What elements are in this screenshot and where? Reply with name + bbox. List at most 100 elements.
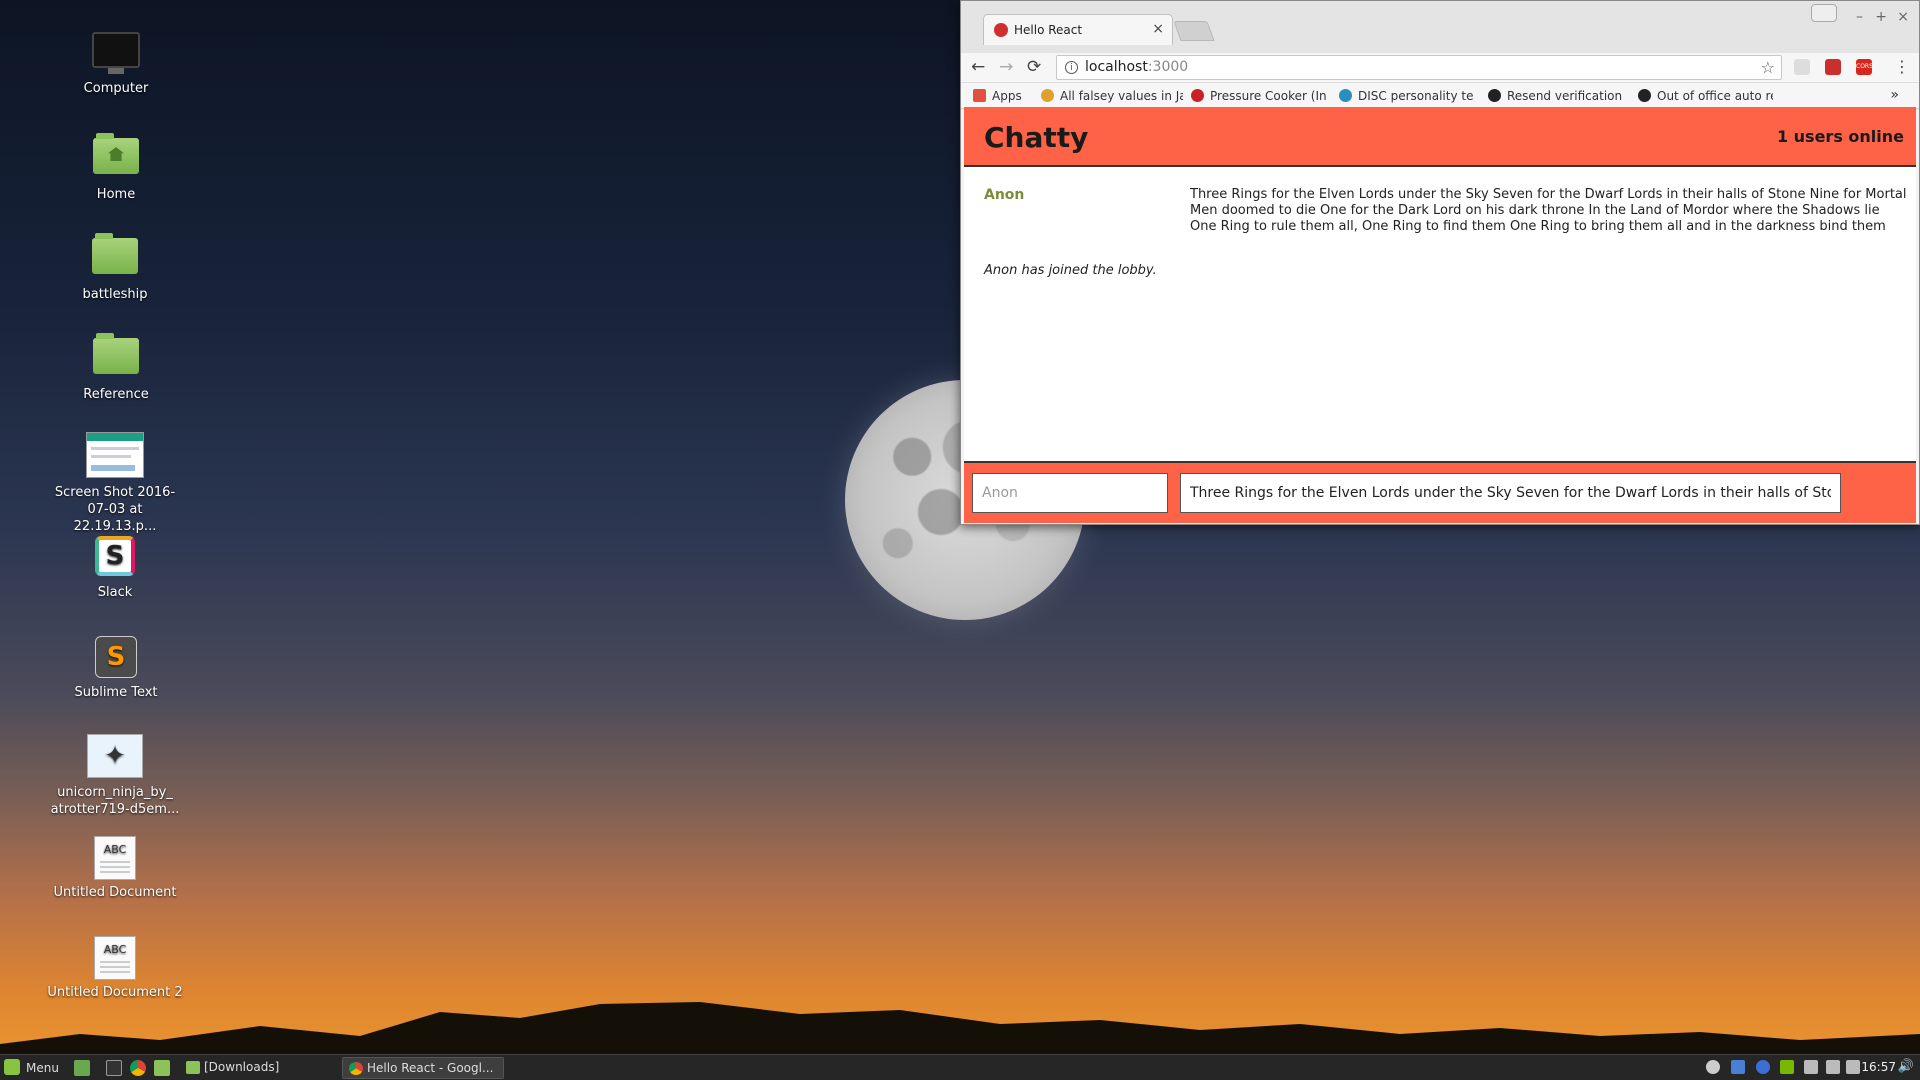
desktop-icon-screenshot[interactable]: Screen Shot 2016-07-03 at 22.19.13.p... [45,432,185,535]
text-document-icon: ABC [91,836,139,880]
image-thumbnail-icon [86,432,144,480]
chat-bar [964,461,1916,523]
power-icon[interactable] [1846,1060,1860,1074]
volume-icon[interactable]: 🔊 [1898,1059,1914,1074]
bookmark-falsey-values[interactable]: All falsey values in Ja [1041,89,1183,103]
tab-hello-react[interactable]: Hello React × [983,14,1173,45]
new-tab-button[interactable] [1173,21,1215,41]
desktop-icon-sublime-text[interactable]: S Sublime Text [46,636,186,701]
extension-red-icon[interactable] [1825,59,1841,75]
network-icon[interactable] [1804,1060,1818,1074]
react-favicon-icon [994,23,1008,37]
bookmarks-overflow-icon[interactable]: » [1890,87,1899,103]
start-menu-button[interactable]: Menu [4,1059,59,1075]
desktop-icon-label: Untitled Document [53,885,177,900]
chatty-navbar: Chatty 1 users online [964,107,1916,167]
battery-icon[interactable] [1826,1060,1840,1074]
image-thumbnail-icon: ✦ [87,734,143,780]
chrome-menu-icon[interactable]: ⋮ [1894,57,1910,76]
tab-close-icon[interactable]: × [1152,21,1164,37]
forward-icon[interactable]: → [999,57,1013,77]
terminal-icon[interactable] [106,1060,122,1076]
shield-icon[interactable] [1731,1060,1745,1074]
desktop-icon-label: unicorn_ninja_by_ atrotter719-d5em... [50,785,180,817]
bookmark-pressure-cooker[interactable]: Pressure Cooker (In [1191,89,1326,103]
folder-icon [92,333,140,382]
message-username: Anon [984,187,1025,203]
bluetooth-icon[interactable] [1756,1060,1770,1074]
wallpaper-hills [0,1002,1920,1054]
monitor-icon [92,32,140,76]
desktop-icon-home[interactable]: Home [46,132,186,203]
desktop-icon-computer[interactable]: Computer [46,32,186,97]
desktop-icon-reference[interactable]: Reference [46,332,186,403]
desktop-icon-label: Sublime Text [74,685,158,700]
github-icon [1638,89,1651,102]
address-bar[interactable]: i localhost:3000 ☆ [1056,55,1782,80]
system-notification: Anon has joined the lobby. [984,263,1157,278]
taskbar: Menu [Downloads] Hello React - Googl... … [0,1054,1920,1080]
pinterest-icon [1191,89,1204,102]
desktop-icon-label: Home [96,187,136,202]
message-list: Anon Three Rings for the Elven Lords und… [964,187,1916,483]
desktop-icon-unicorn-ninja[interactable]: ✦ unicorn_ninja_by_ atrotter719-d5em... [45,734,185,818]
apps-grid-icon [973,89,986,102]
bookmarks-bar: Apps All falsey values in Ja Pressure Co… [961,83,1919,109]
nvidia-icon[interactable] [1780,1060,1794,1074]
message-input[interactable] [1180,473,1841,513]
folder-icon [91,233,139,282]
desktop-icon-untitled-document[interactable]: ABC Untitled Document [45,836,185,901]
show-desktop-icon[interactable] [74,1060,90,1076]
desktop-icon-label: battleship [82,287,148,302]
desktop-icon-label: Untitled Document 2 [47,985,183,1000]
bookmark-out-of-office[interactable]: Out of office auto re [1638,89,1773,103]
app-title[interactable]: Chatty [984,121,1088,154]
slack-icon: S [91,536,139,580]
back-icon[interactable]: ← [971,57,985,77]
bookmark-resend-verification[interactable]: Resend verification [1488,89,1623,103]
desktop-icon-label: Screen Shot 2016-07-03 at 22.19.13.p... [54,485,176,534]
folder-icon [186,1061,200,1074]
extension-cors-icon[interactable]: CORS [1856,59,1873,75]
desktop-icon-battleship[interactable]: battleship [45,232,185,303]
tab-title: Hello React [1014,23,1083,37]
browser-toolbar: ← → ⟳ i localhost:3000 ☆ CORS ⋮ [961,53,1919,83]
desktop-icon-label: Computer [83,81,149,96]
chat-message: Anon Three Rings for the Elven Lords und… [984,187,1907,235]
chrome-launcher-icon[interactable] [130,1060,146,1076]
browser-titlebar[interactable]: Hello React × – + × [961,1,1919,53]
clock[interactable]: 16:57 [1861,1060,1896,1074]
extension-sync-icon[interactable] [1794,59,1810,75]
url-port: :3000 [1147,59,1189,75]
chrome-icon [349,1062,363,1075]
files-launcher-icon[interactable] [154,1060,170,1076]
sublime-text-icon: S [92,636,140,680]
desktop-icon-untitled-document-2[interactable]: ABC Untitled Document 2 [45,936,185,1001]
profile-icon[interactable] [1811,4,1837,22]
home-folder-icon [92,133,140,182]
username-input[interactable] [972,473,1168,513]
text-document-icon: ABC [91,936,139,980]
github-icon [1488,89,1501,102]
message-content: Three Rings for the Elven Lords under th… [1190,187,1907,234]
desktop-icon-label: Slack [97,585,133,600]
settings-gear-icon[interactable] [1706,1060,1720,1074]
desktop-icon-label: Reference [83,387,149,402]
bookmark-apps[interactable]: Apps [973,89,1033,103]
task-hello-react[interactable]: Hello React - Googl... [342,1057,504,1079]
bookmark-icon [1041,89,1054,102]
users-online-count: 1 users online [1776,127,1904,146]
browser-window: Hello React × – + × ← → ⟳ i localhost:30… [960,0,1920,525]
maximize-icon[interactable]: + [1875,9,1887,25]
minimize-icon[interactable]: – [1856,9,1863,25]
url-host: localhost [1085,59,1148,75]
desktop-icon-slack[interactable]: S Slack [45,536,185,601]
task-downloads[interactable]: [Downloads] [180,1057,340,1079]
bookmark-disc-personality[interactable]: DISC personality tes [1339,89,1474,103]
window-close-icon[interactable]: × [1897,9,1909,25]
reload-icon[interactable]: ⟳ [1027,57,1041,77]
bookmark-star-icon[interactable]: ☆ [1761,58,1775,77]
mint-logo-icon [4,1059,20,1075]
site-info-icon[interactable]: i [1065,61,1078,74]
globe-icon [1339,89,1352,102]
